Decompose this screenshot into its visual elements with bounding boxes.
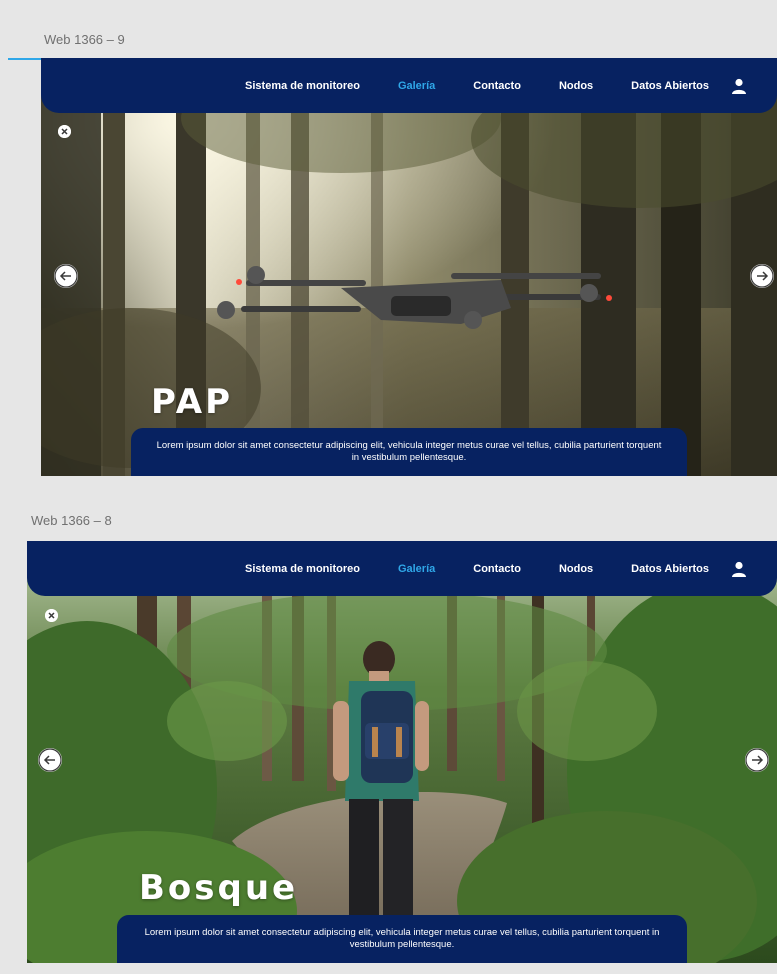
close-icon[interactable] (45, 609, 58, 622)
artboard-web-1366-9: Sistema de monitoreo Galería Contacto No… (41, 58, 777, 476)
nav-item-datos-abiertos[interactable]: Datos Abiertos (631, 80, 709, 92)
top-navbar: Sistema de monitoreo Galería Contacto No… (41, 58, 777, 113)
nav-item-datos-abiertos[interactable]: Datos Abiertos (631, 563, 709, 575)
nav-item-nodos[interactable]: Nodos (559, 80, 593, 92)
top-navbar: Sistema de monitoreo Galería Contacto No… (27, 541, 777, 596)
user-icon[interactable] (731, 78, 747, 94)
arrow-left-icon[interactable] (54, 264, 78, 288)
slide-title: PAP (151, 382, 234, 422)
selection-indicator (8, 58, 42, 60)
artboard-label: Web 1366 – 9 (44, 32, 125, 47)
slide-caption: Lorem ipsum dolor sit amet consectetur a… (131, 428, 687, 476)
user-icon[interactable] (731, 561, 747, 577)
artboard-web-1366-8: Sistema de monitoreo Galería Contacto No… (27, 541, 777, 963)
nav-item-galeria[interactable]: Galería (398, 80, 435, 92)
slide-title: Bosque (139, 868, 299, 908)
nav-item-contacto[interactable]: Contacto (473, 563, 521, 575)
artboard-label: Web 1366 – 8 (31, 513, 112, 528)
arrow-right-icon[interactable] (745, 748, 769, 772)
close-icon[interactable] (58, 125, 71, 138)
nav-item-contacto[interactable]: Contacto (473, 80, 521, 92)
nav-item-nodos[interactable]: Nodos (559, 563, 593, 575)
slide-caption: Lorem ipsum dolor sit amet consectetur a… (117, 915, 687, 963)
nav-item-sistema-de-monitoreo[interactable]: Sistema de monitoreo (245, 80, 360, 92)
nav-item-sistema-de-monitoreo[interactable]: Sistema de monitoreo (245, 563, 360, 575)
nav-item-galeria[interactable]: Galería (398, 563, 435, 575)
arrow-right-icon[interactable] (750, 264, 774, 288)
arrow-left-icon[interactable] (38, 748, 62, 772)
